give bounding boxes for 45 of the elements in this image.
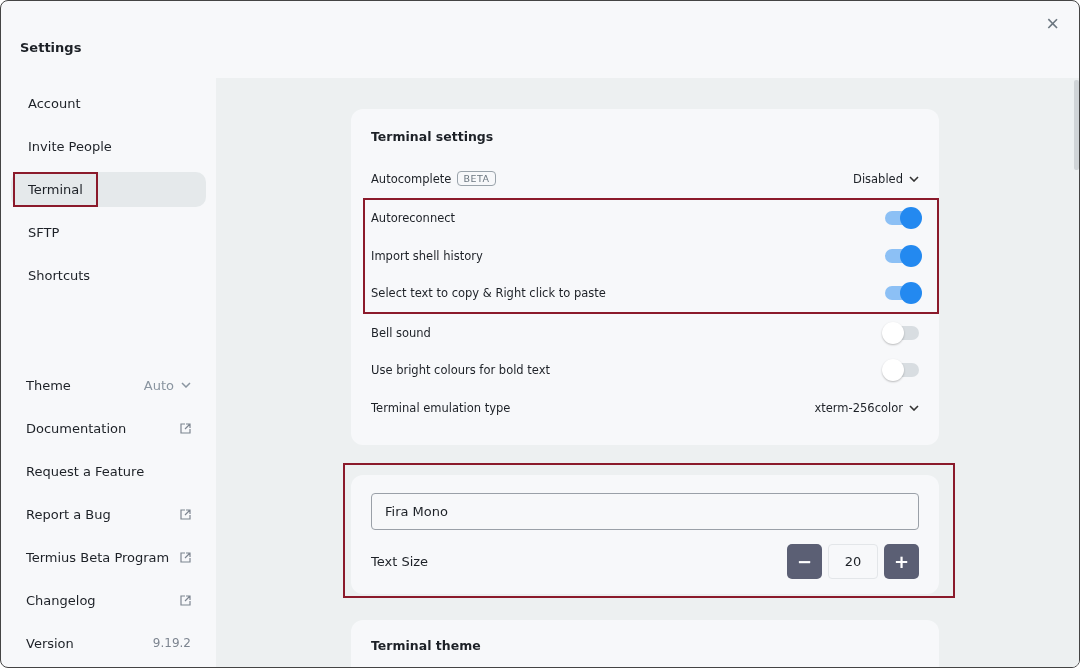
beta-badge: BETA bbox=[457, 171, 496, 187]
sidebar-link[interactable]: Termius Beta Program bbox=[26, 549, 170, 565]
card-title: Terminal settings bbox=[371, 129, 495, 144]
external-link-icon bbox=[180, 508, 191, 520]
setting-label: Autocomplete bbox=[371, 171, 452, 186]
sidebar-item[interactable]: SFTP bbox=[11, 215, 206, 250]
setting-label: Select text to copy & Right click to paste bbox=[371, 286, 606, 301]
sidebar-item-label: Terminal bbox=[13, 172, 98, 207]
setting-label: Autoreconnect bbox=[371, 211, 456, 226]
dropdown-select[interactable]: Disabled bbox=[853, 171, 919, 186]
sidebar-link[interactable]: Report a Bug bbox=[26, 506, 111, 522]
card-title: Terminal theme bbox=[371, 637, 482, 653]
sidebar-link[interactable]: Changelog bbox=[26, 592, 96, 608]
sidebar-item[interactable]: Invite People bbox=[11, 129, 206, 164]
increase-button[interactable]: + bbox=[884, 544, 919, 579]
sidebar-item-label: SFTP bbox=[27, 224, 61, 242]
setting-label: Text Size bbox=[371, 554, 429, 569]
sidebar-link[interactable]: Theme bbox=[26, 377, 71, 393]
version-number: 9.19.2 bbox=[152, 636, 191, 650]
scrollbar[interactable] bbox=[1074, 80, 1079, 170]
external-link-icon bbox=[180, 422, 191, 434]
sidebar-link[interactable]: Request a Feature bbox=[26, 463, 145, 479]
setting-label: Bell sound bbox=[371, 325, 431, 340]
sidebar-item[interactable]: Shortcuts bbox=[11, 258, 206, 293]
sidebar-item-label: Shortcuts bbox=[27, 267, 92, 285]
chevron-down-icon bbox=[181, 382, 191, 388]
setting-label: Use bright colours for bold text bbox=[371, 363, 551, 378]
window-title: Settings bbox=[20, 40, 82, 55]
setting-label: Terminal emulation type bbox=[371, 400, 511, 415]
font-input-field[interactable]: Fira Mono bbox=[371, 492, 919, 530]
setting-label: Import shell history bbox=[371, 248, 483, 263]
chevron-down-icon bbox=[909, 175, 919, 182]
chevron-down-icon bbox=[909, 404, 919, 411]
close-button[interactable]: × bbox=[1042, 13, 1063, 35]
decrease-button[interactable]: − bbox=[787, 544, 822, 579]
sidebar-item-label: Account bbox=[27, 95, 82, 113]
sidebar-item[interactable]: Account bbox=[11, 86, 206, 121]
dropdown-select[interactable]: xterm-256color bbox=[814, 400, 919, 415]
version-label: Version bbox=[26, 635, 74, 651]
external-link-icon bbox=[180, 594, 191, 606]
sidebar-item-label: Invite People bbox=[27, 138, 113, 156]
text-size-value: 20 bbox=[828, 544, 878, 579]
external-link-icon bbox=[180, 551, 191, 563]
sidebar-link[interactable]: Documentation bbox=[26, 420, 127, 436]
sidebar-item[interactable]: Terminal bbox=[11, 172, 206, 207]
